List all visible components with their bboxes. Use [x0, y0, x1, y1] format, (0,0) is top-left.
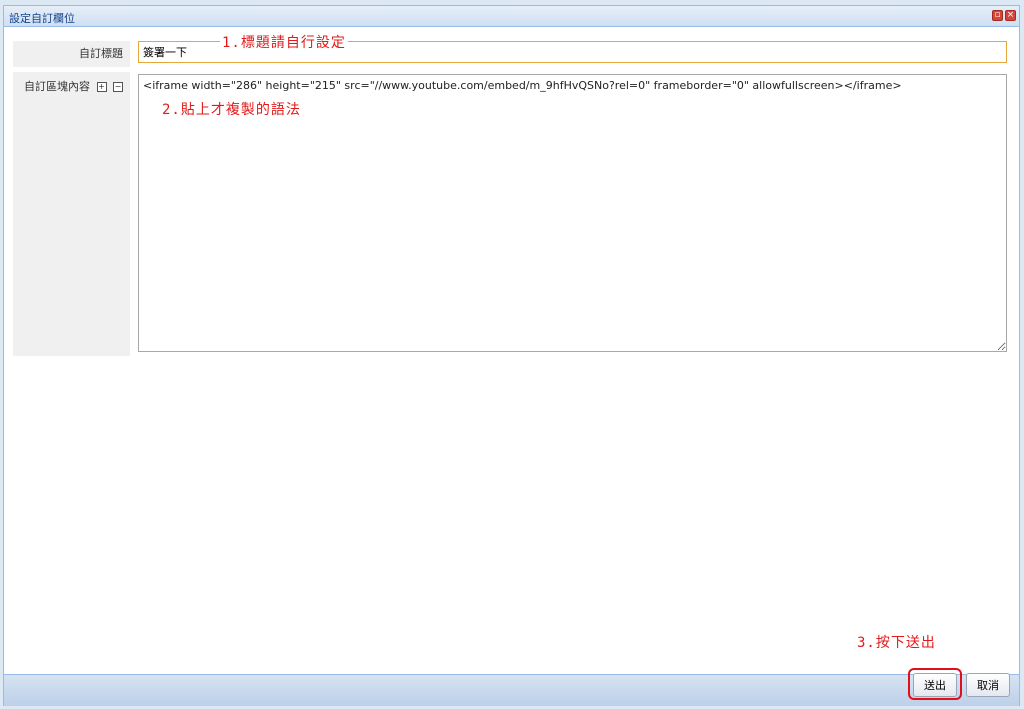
annotation-step1: 1.標題請自行設定: [220, 32, 348, 52]
collapse-icon[interactable]: −: [113, 82, 123, 92]
dialog-title: 設定自訂欄位: [9, 12, 75, 25]
restore-icon[interactable]: ▫: [992, 10, 1003, 21]
close-icon[interactable]: ×: [1005, 10, 1016, 21]
content-label: 自訂區塊內容: [24, 80, 90, 93]
dialog-titlebar[interactable]: 設定自訂欄位 ▫ ×: [4, 6, 1019, 27]
annotation-step2: 2.貼上才複製的語法: [162, 99, 301, 119]
custom-field-dialog: 設定自訂欄位 ▫ × 自訂標題 自訂區塊內容 + − <iframe width…: [3, 5, 1020, 706]
annotation-step3: 3.按下送出: [857, 632, 936, 652]
content-label-cell: 自訂區塊內容 + −: [13, 72, 130, 356]
dialog-footer: [4, 674, 1019, 706]
expand-icon[interactable]: +: [96, 82, 107, 92]
title-label: 自訂標題: [13, 41, 130, 67]
cancel-button[interactable]: 取消: [966, 673, 1010, 697]
submit-button[interactable]: 送出: [913, 673, 957, 697]
